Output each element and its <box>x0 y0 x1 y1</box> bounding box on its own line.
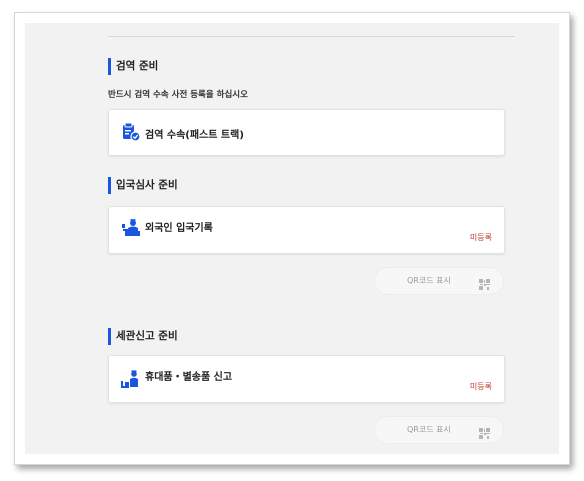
customs-qr-label: QR코드 표시 <box>407 425 451 434</box>
quarantine-section-title: 검역 준비 <box>108 58 158 75</box>
customs-status-badge: 미등록 <box>469 382 492 391</box>
immigration-section-title: 입국심사 준비 <box>108 177 178 194</box>
immigration-record-label: 외국인 입국기록 <box>145 223 213 234</box>
screenshot-frame: 검역 준비 반드시 검역 수속 사전 등록을 하십시오 검역 수속(패스트 트랙… <box>14 12 570 465</box>
immigration-qr-label: QR코드 표시 <box>407 276 451 285</box>
quarantine-fasttrack-label: 검역 수속(패스트 트랙) <box>145 130 244 141</box>
immigration-record-card[interactable]: 외국인 입국기록 미등록 <box>108 206 505 254</box>
qr-code-icon <box>479 275 490 290</box>
divider <box>108 36 515 37</box>
immigration-status-badge: 미등록 <box>469 233 492 242</box>
customs-officer-icon <box>121 369 141 389</box>
customs-declaration-label: 휴대품・별송품 신고 <box>145 372 233 383</box>
immigration-qr-button[interactable]: QR코드 표시 <box>374 267 504 295</box>
document-check-icon <box>121 122 141 142</box>
customs-qr-button[interactable]: QR코드 표시 <box>374 416 504 444</box>
quarantine-fasttrack-card[interactable]: 검역 수속(패스트 트랙) <box>108 109 505 156</box>
customs-section-title: 세관신고 준비 <box>108 328 178 345</box>
qr-code-icon <box>479 424 490 439</box>
officer-desk-icon <box>121 218 141 238</box>
content-panel: 검역 준비 반드시 검역 수속 사전 등록을 하십시오 검역 수속(패스트 트랙… <box>25 23 559 454</box>
quarantine-notice: 반드시 검역 수속 사전 등록을 하십시오 <box>108 90 248 100</box>
customs-declaration-card[interactable]: 휴대품・별송품 신고 미등록 <box>108 355 505 403</box>
